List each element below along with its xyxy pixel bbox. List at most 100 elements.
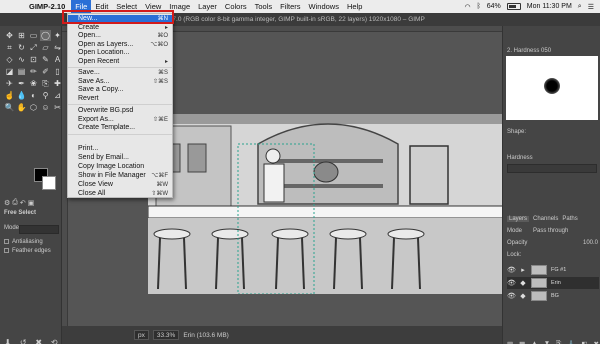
zoom-icon[interactable]: 🔍 [4, 102, 15, 113]
ink-icon[interactable]: ✒ [16, 78, 27, 89]
bluetooth-icon[interactable]: ᛒ [477, 3, 481, 10]
eye-icon[interactable]: 👁 [507, 279, 516, 287]
feather-checkbox[interactable] [4, 248, 9, 253]
perspective-icon[interactable]: ◇ [4, 54, 15, 65]
free-select-icon[interactable]: ◯ [40, 30, 51, 41]
wifi-icon[interactable]: ◠ [464, 3, 470, 11]
handle-transform-icon[interactable]: ⊡ [28, 54, 39, 65]
anchor-icon[interactable]: ⚓ [567, 340, 575, 344]
duplicate-layer-icon[interactable]: ⎘ [556, 340, 561, 344]
blur-icon[interactable]: 💧 [16, 90, 27, 101]
new-group-icon[interactable]: ▦ [519, 340, 525, 344]
foreground-select-icon[interactable]: ☺ [40, 102, 51, 113]
unit-select[interactable]: px [134, 330, 149, 340]
menu-item-revert[interactable]: Revert [68, 95, 172, 103]
menu-item-create-template[interactable]: Create Template... [68, 124, 172, 132]
mypaint-brush-icon[interactable]: ❀ [28, 78, 39, 89]
airbrush-icon[interactable]: ✈ [4, 78, 15, 89]
mask-icon[interactable]: ◧ [581, 340, 587, 344]
tab-layers[interactable]: Layers [507, 216, 530, 222]
chain-icon[interactable]: ▸ [519, 266, 527, 274]
lower-layer-icon[interactable]: ▼ [544, 340, 550, 344]
hand-icon[interactable]: ✋ [16, 102, 27, 113]
tab-channels[interactable]: Channels [533, 216, 558, 222]
antialiasing-option[interactable]: Antialiasing [4, 239, 43, 245]
device-status-icon[interactable]: ⎙ [12, 199, 18, 207]
tool-grid: ✥ ⊞ ▭ ◯ ✦ ⌗ ↻ ⤢ ▱ ⇋ ◇ ∿ ⊡ ✎ A ◪ ▤ ✏ ✐ ▯ … [4, 30, 63, 113]
menu-item-create[interactable]: Create ▸ [68, 24, 172, 32]
tool-options-icon[interactable]: ⚙ [4, 199, 10, 207]
hardness-slider[interactable] [507, 164, 597, 173]
opacity-value[interactable]: 100.0 [583, 240, 598, 246]
menu-colors[interactable]: Colors [221, 0, 251, 13]
battery-icon[interactable] [506, 3, 521, 10]
bucket-fill-icon[interactable]: ◪ [4, 66, 15, 77]
mode-select[interactable]: Pass through [533, 228, 568, 234]
brush-preview[interactable] [506, 56, 598, 120]
cage-icon[interactable]: ⬡ [28, 102, 39, 113]
menu-item-open[interactable]: Open... ⌘O [68, 32, 172, 40]
move-tool-icon[interactable]: ✥ [4, 30, 15, 41]
dodge-burn-icon[interactable]: ◐ [28, 90, 39, 101]
menu-item-open-location[interactable]: Open Location... [68, 49, 172, 57]
menu-item-open-recent[interactable]: Open Recent ▸ [68, 58, 172, 66]
clock[interactable]: Mon 11:30 PM [527, 3, 572, 10]
restore-preset-icon[interactable]: ↺ [20, 338, 27, 344]
feather-option[interactable]: Feather edges [4, 248, 51, 254]
undo-history-icon[interactable]: ↶ [20, 199, 26, 207]
menu-item-save-as[interactable]: Save As... ⇧⌘S [68, 78, 172, 86]
clone-icon[interactable]: ⎘ [40, 78, 51, 89]
reset-icon[interactable]: ⟲ [51, 338, 58, 344]
menu-layer[interactable]: Layer [194, 0, 221, 13]
menu-item-show-file-manager[interactable]: Show in File Manager ⌥⌘F [68, 172, 172, 180]
rotate-icon[interactable]: ↻ [16, 42, 27, 53]
menu-item-close-all[interactable]: Close All ⇧⌘W [68, 190, 172, 198]
tab-paths[interactable]: Paths [562, 216, 577, 222]
menu-tools[interactable]: Tools [251, 0, 277, 13]
menu-item-save-copy[interactable]: Save a Copy... [68, 86, 172, 94]
eye-icon[interactable]: 👁 [507, 266, 516, 274]
layer-row[interactable]: 👁 ◆ BG [507, 290, 599, 302]
smudge-icon[interactable]: ☝ [4, 90, 15, 101]
menu-item-send-email[interactable]: Send by Email... [68, 154, 172, 162]
new-layer-icon[interactable]: ▤ [507, 340, 513, 344]
menu-item-save[interactable]: Save... ⌘S [68, 69, 172, 77]
delete-layer-icon[interactable]: ✖ [594, 340, 599, 344]
shear-icon[interactable]: ▱ [40, 42, 51, 53]
menu-filters[interactable]: Filters [276, 0, 304, 13]
background-color-swatch[interactable] [42, 176, 56, 190]
pencil-icon[interactable]: ✏ [28, 66, 39, 77]
save-preset-icon[interactable]: ⬇ [4, 338, 11, 344]
gradient-icon[interactable]: ▤ [16, 66, 27, 77]
menu-item-print[interactable]: Print... [68, 145, 172, 153]
chain-icon[interactable]: ◆ [519, 279, 527, 287]
menu-windows[interactable]: Windows [305, 0, 343, 13]
paths-icon[interactable]: ✎ [40, 54, 51, 65]
antialiasing-checkbox[interactable] [4, 239, 9, 244]
menu-item-copy-location[interactable]: Copy Image Location [68, 163, 172, 171]
align-tool-icon[interactable]: ⊞ [16, 30, 27, 41]
raise-layer-icon[interactable]: ▲ [531, 340, 537, 344]
color-picker-icon[interactable]: ⚲ [40, 90, 51, 101]
image-canvas[interactable] [148, 114, 506, 294]
layer-row[interactable]: 👁 ◆ Erin [507, 277, 599, 289]
chain-icon[interactable]: ◆ [519, 292, 527, 300]
scale-icon[interactable]: ⤢ [28, 42, 39, 53]
menu-help[interactable]: Help [343, 0, 366, 13]
zoom-select[interactable]: 33.3% [152, 330, 180, 340]
mode-buttons[interactable] [19, 225, 59, 234]
warp-icon[interactable]: ∿ [16, 54, 27, 65]
crop-icon[interactable]: ⌗ [4, 42, 15, 53]
menu-item-open-as-layers[interactable]: Open as Layers... ⌥⌘O [68, 41, 172, 49]
eye-icon[interactable]: 👁 [507, 292, 516, 300]
menu-item-close-view[interactable]: Close View ⌘W [68, 181, 172, 189]
menu-item-overwrite[interactable]: Overwrite BG.psd [68, 107, 172, 115]
search-icon[interactable]: ⌕ [578, 3, 582, 11]
rect-select-icon[interactable]: ▭ [28, 30, 39, 41]
images-icon[interactable]: ▣ [28, 199, 35, 207]
paintbrush-icon[interactable]: ✐ [40, 66, 51, 77]
layer-row[interactable]: 👁 ▸ FG #1 [507, 264, 599, 276]
delete-preset-icon[interactable]: ✖ [35, 338, 42, 344]
menu-item-export-as[interactable]: Export As... ⇧⌘E [68, 116, 172, 124]
menu-list-icon[interactable]: ☰ [588, 3, 594, 11]
